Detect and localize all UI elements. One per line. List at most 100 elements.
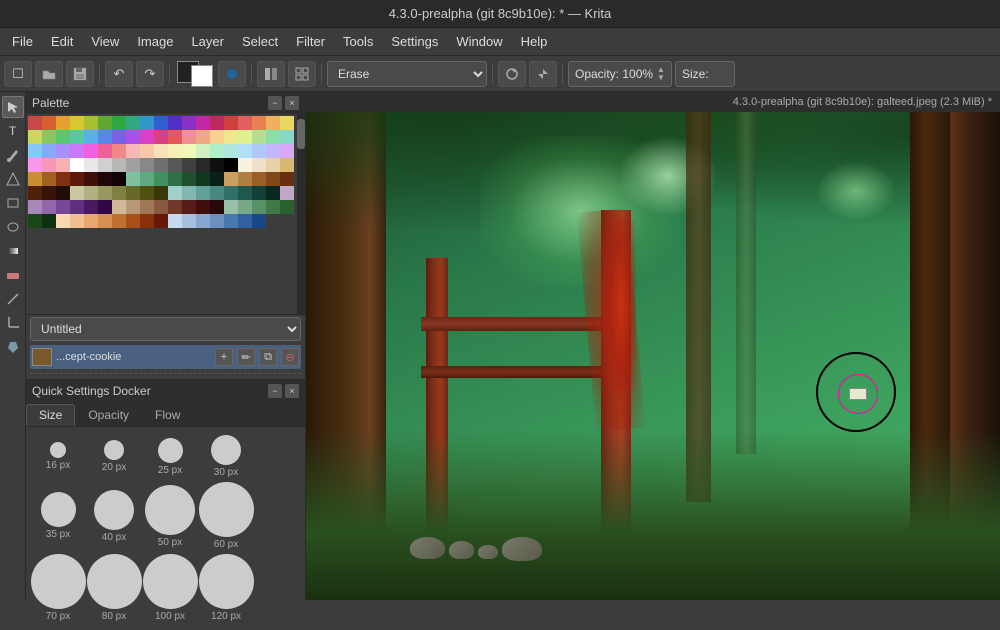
delete-layer-button[interactable]: ⊖ (281, 348, 299, 366)
color-cell[interactable] (112, 200, 126, 214)
color-cell[interactable] (42, 200, 56, 214)
color-cell[interactable] (252, 158, 266, 172)
tab-flow[interactable]: Flow (142, 404, 193, 426)
color-cell[interactable] (56, 214, 70, 228)
color-cell[interactable] (238, 116, 252, 130)
palette-minimize-button[interactable]: − (268, 96, 282, 110)
palette-scroll-thumb[interactable] (297, 119, 305, 149)
brush-preset-item[interactable]: 20 px (88, 440, 140, 473)
color-cell[interactable] (56, 130, 70, 144)
color-cell[interactable] (252, 200, 266, 214)
color-cell[interactable] (196, 130, 210, 144)
color-cell[interactable] (154, 144, 168, 158)
color-cell[interactable] (42, 214, 56, 228)
color-cell[interactable] (182, 200, 196, 214)
color-cell[interactable] (98, 144, 112, 158)
color-cell[interactable] (182, 158, 196, 172)
tool-crop[interactable] (2, 312, 24, 334)
color-cell[interactable] (224, 214, 238, 228)
color-cell[interactable] (70, 116, 84, 130)
color-cell[interactable] (238, 158, 252, 172)
color-cell[interactable] (154, 214, 168, 228)
brush-preset-item[interactable]: 50 px (144, 485, 196, 548)
color-cell[interactable] (84, 130, 98, 144)
color-cell[interactable] (168, 116, 182, 130)
color-cell[interactable] (70, 200, 84, 214)
color-cell[interactable] (210, 144, 224, 158)
color-cell[interactable] (98, 200, 112, 214)
color-cell[interactable] (70, 144, 84, 158)
color-cell[interactable] (56, 158, 70, 172)
color-cell[interactable] (28, 200, 42, 214)
color-cell[interactable] (252, 214, 266, 228)
color-cell[interactable] (266, 186, 280, 200)
color-cell[interactable] (42, 144, 56, 158)
color-cell[interactable] (224, 158, 238, 172)
brush-preset-item[interactable]: 40 px (88, 490, 140, 543)
color-cell[interactable] (154, 116, 168, 130)
tool-fill[interactable] (2, 336, 24, 358)
color-cell[interactable] (70, 172, 84, 186)
color-cell[interactable] (266, 130, 280, 144)
color-cell[interactable] (154, 200, 168, 214)
color-cell[interactable] (140, 116, 154, 130)
color-cell[interactable] (182, 172, 196, 186)
color-cell[interactable] (84, 186, 98, 200)
color-cell[interactable] (168, 158, 182, 172)
tool-line[interactable] (2, 288, 24, 310)
color-cell[interactable] (182, 116, 196, 130)
color-cell[interactable] (252, 116, 266, 130)
color-cell[interactable] (98, 214, 112, 228)
color-cell[interactable] (252, 130, 266, 144)
color-cell[interactable] (112, 172, 126, 186)
menu-settings[interactable]: Settings (383, 31, 446, 52)
color-cell[interactable] (84, 116, 98, 130)
color-cell[interactable] (84, 144, 98, 158)
color-cell[interactable] (224, 116, 238, 130)
color-cell[interactable] (224, 186, 238, 200)
color-cell[interactable] (84, 214, 98, 228)
color-cell[interactable] (140, 200, 154, 214)
color-cell[interactable] (154, 186, 168, 200)
color-cell[interactable] (196, 186, 210, 200)
color-cell[interactable] (42, 130, 56, 144)
color-cell[interactable] (112, 186, 126, 200)
menu-filter[interactable]: Filter (288, 31, 333, 52)
color-cell[interactable] (252, 144, 266, 158)
tab-size[interactable]: Size (26, 404, 75, 426)
tool-brush[interactable] (2, 144, 24, 166)
color-cell[interactable] (154, 158, 168, 172)
color-cell[interactable] (210, 130, 224, 144)
color-cell[interactable] (140, 214, 154, 228)
color-cell[interactable] (266, 116, 280, 130)
color-cell[interactable] (56, 172, 70, 186)
tab-opacity[interactable]: Opacity (75, 404, 142, 426)
color-cell[interactable] (210, 172, 224, 186)
brush-preset-item[interactable]: 25 px (144, 438, 196, 476)
color-cell[interactable] (154, 130, 168, 144)
color-cell[interactable] (126, 130, 140, 144)
color-cell[interactable] (238, 144, 252, 158)
edit-layer-button[interactable]: ✏ (237, 348, 255, 366)
grid-button[interactable] (288, 61, 316, 87)
tool-text[interactable]: T (2, 120, 24, 142)
color-cell[interactable] (126, 200, 140, 214)
color-cell[interactable] (28, 172, 42, 186)
save-document-button[interactable] (66, 61, 94, 87)
color-cell[interactable] (196, 172, 210, 186)
color-cell[interactable] (126, 158, 140, 172)
color-cell[interactable] (112, 116, 126, 130)
color-cell[interactable] (84, 172, 98, 186)
color-cell[interactable] (140, 186, 154, 200)
undo-button[interactable]: ↶ (105, 61, 133, 87)
mirror-button[interactable] (257, 61, 285, 87)
color-cell[interactable] (42, 116, 56, 130)
color-cell[interactable] (28, 130, 42, 144)
color-cell[interactable] (224, 130, 238, 144)
quick-settings-close-button[interactable]: × (285, 384, 299, 398)
brush-preset-item[interactable]: 100 px (144, 554, 196, 622)
color-cell[interactable] (224, 200, 238, 214)
color-cell[interactable] (28, 186, 42, 200)
brush-preset-item[interactable]: 16 px (32, 442, 84, 471)
canvas-area[interactable]: 4.3.0-prealpha (git 8c9b10e): galteed.jp… (306, 92, 1000, 600)
